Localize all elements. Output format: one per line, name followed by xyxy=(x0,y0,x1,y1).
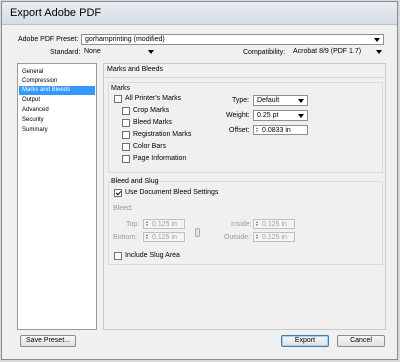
preset-label: Adobe PDF Preset: xyxy=(18,36,79,43)
dialog-title: Export Adobe PDF xyxy=(10,7,102,19)
bleed-bottom-value: 0.125 in xyxy=(152,234,177,241)
title-bar: Export Adobe PDF xyxy=(2,2,397,25)
sidebar-item-general[interactable]: General xyxy=(19,68,95,77)
category-list: General Compression Marks and Bleeds Out… xyxy=(17,63,97,330)
bleed-inside-input[interactable]: ▲ ▼ 0.125 in xyxy=(253,219,295,229)
include-slug-area-checkbox[interactable] xyxy=(114,252,122,260)
sidebar-item-security[interactable]: Security xyxy=(19,116,95,125)
bleed-inside-value: 0.125 in xyxy=(262,221,287,228)
compatibility-dropdown[interactable]: Acrobat 8/9 (PDF 1.7) xyxy=(290,47,385,58)
sidebar-item-advanced[interactable]: Advanced xyxy=(19,106,95,115)
compatibility-label: Compatibility: xyxy=(243,49,286,56)
spinner-arrows-icon[interactable]: ▲ ▼ xyxy=(255,234,259,240)
use-document-bleed-label: Use Document Bleed Settings xyxy=(125,189,219,196)
weight-dropdown[interactable]: 0.25 pt xyxy=(253,110,308,121)
all-printers-marks-checkbox[interactable] xyxy=(114,95,122,103)
spinner-arrows-icon[interactable]: ▲ ▼ xyxy=(145,221,149,227)
bleed-marks-label: Bleed Marks xyxy=(133,119,172,126)
bottom-label: Bottom: xyxy=(113,234,138,241)
spinner-arrows-icon[interactable]: ▲ ▼ xyxy=(145,234,149,240)
section-title: Marks and Bleeds xyxy=(107,66,164,73)
offset-value: 0.0833 in xyxy=(262,127,291,134)
compatibility-value: Acrobat 8/9 (PDF 1.7) xyxy=(293,48,362,55)
inside-label: Inside: xyxy=(231,221,252,228)
sidebar-item-summary[interactable]: Summary xyxy=(19,126,95,135)
sidebar-item-compression[interactable]: Compression xyxy=(19,77,95,86)
save-preset-button[interactable]: Save Preset... xyxy=(20,335,76,347)
bleed-bottom-input[interactable]: ▲ ▼ 0.125 in xyxy=(143,232,185,242)
offset-label: Offset: xyxy=(229,127,250,134)
crop-marks-label: Crop Marks xyxy=(133,107,170,114)
chevron-down-icon xyxy=(374,38,380,42)
bleed-top-value: 0.125 in xyxy=(152,221,177,228)
standard-value: None xyxy=(84,48,101,55)
export-button[interactable]: Export xyxy=(281,335,329,347)
all-printers-marks-label: All Printer's Marks xyxy=(125,95,182,102)
standard-dropdown[interactable]: None xyxy=(81,47,157,58)
bleed-outside-input[interactable]: ▲ ▼ 0.125 in xyxy=(253,232,295,242)
color-bars-checkbox[interactable] xyxy=(122,143,130,151)
include-slug-area-label: Include Slug Area xyxy=(125,252,180,259)
crop-marks-checkbox[interactable] xyxy=(122,107,130,115)
bleed-outside-value: 0.125 in xyxy=(262,234,287,241)
preset-value: gorhamprinting (modified) xyxy=(85,36,165,43)
chevron-down-icon xyxy=(298,114,304,118)
bleed-label: Bleed: xyxy=(113,205,133,212)
page-information-checkbox[interactable] xyxy=(122,155,130,163)
type-label: Type: xyxy=(232,97,250,104)
top-label: Top: xyxy=(126,221,140,228)
standard-label: Standard: xyxy=(50,49,81,56)
outside-label: Outside: xyxy=(224,234,251,241)
bleed-slug-title: Bleed and Slug xyxy=(111,178,159,185)
sidebar-item-output[interactable]: Output xyxy=(19,96,95,105)
bleed-top-input[interactable]: ▲ ▼ 0.125 in xyxy=(143,219,185,229)
type-value: Default xyxy=(257,97,280,104)
section-header: Marks and Bleeds xyxy=(105,64,384,78)
spinner-arrows-icon[interactable]: ▲ ▼ xyxy=(255,127,259,133)
preset-dropdown[interactable]: gorhamprinting (modified) xyxy=(81,34,384,45)
page-information-label: Page Information xyxy=(133,155,187,162)
chevron-down-icon xyxy=(376,50,382,54)
chain-link-icon[interactable] xyxy=(195,228,200,237)
registration-marks-label: Registration Marks xyxy=(133,131,192,138)
export-pdf-dialog: Export Adobe PDF Adobe PDF Preset: gorha… xyxy=(1,1,398,360)
registration-marks-checkbox[interactable] xyxy=(122,131,130,139)
color-bars-label: Color Bars xyxy=(133,143,167,150)
weight-label: Weight: xyxy=(226,112,250,119)
sidebar-item-marks-and-bleeds[interactable]: Marks and Bleeds xyxy=(19,86,95,95)
type-dropdown[interactable]: Default xyxy=(253,95,308,106)
use-document-bleed-checkbox[interactable] xyxy=(114,189,122,197)
cancel-button[interactable]: Cancel xyxy=(337,335,385,347)
marks-group-title: Marks xyxy=(111,85,131,92)
spinner-arrows-icon[interactable]: ▲ ▼ xyxy=(255,221,259,227)
weight-value: 0.25 pt xyxy=(257,112,279,119)
chevron-down-icon xyxy=(298,99,304,103)
chevron-down-icon xyxy=(148,50,154,54)
bleed-marks-checkbox[interactable] xyxy=(122,119,130,127)
offset-input[interactable]: ▲ ▼ 0.0833 in xyxy=(253,125,308,135)
